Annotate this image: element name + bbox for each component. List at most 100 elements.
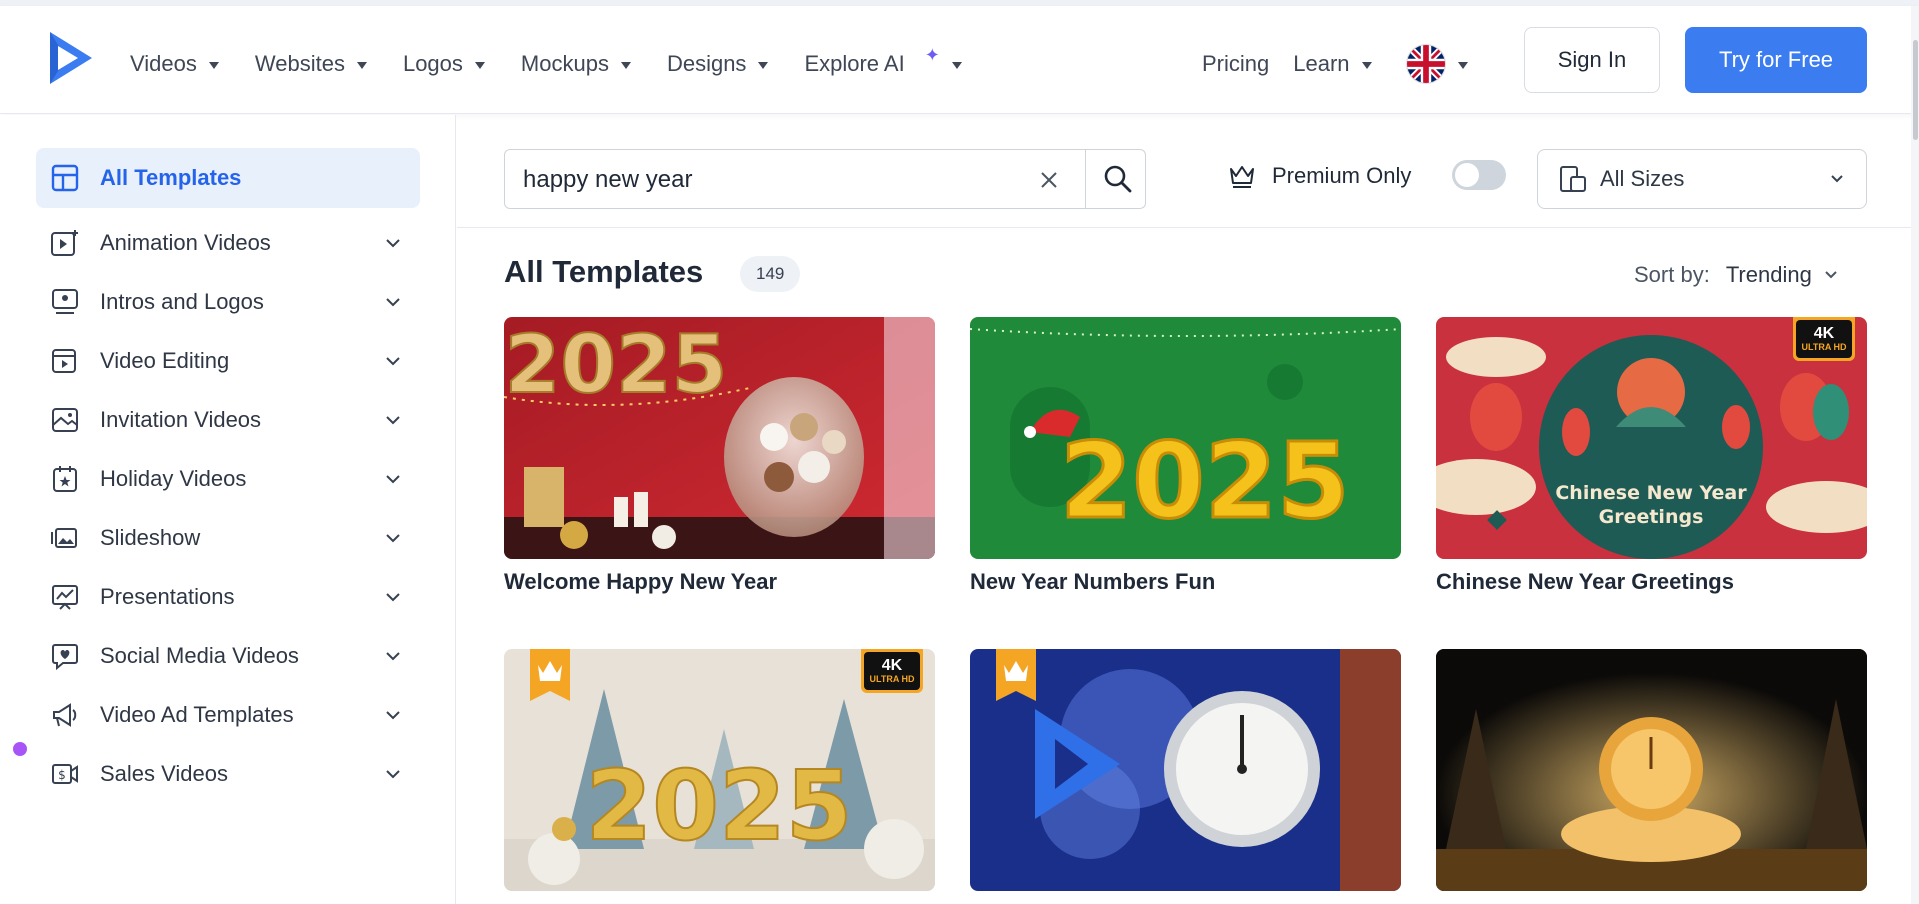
premium-only-label: Premium Only — [1272, 163, 1412, 188]
brand-logo[interactable] — [46, 28, 96, 88]
sidebar-item-all-templates[interactable]: All Templates — [36, 148, 420, 208]
premium-crown-badge — [530, 649, 570, 701]
sizes-dropdown[interactable]: All Sizes — [1537, 149, 1867, 209]
chevron-down-icon — [1831, 175, 1843, 183]
template-title[interactable]: Chinese New Year Greetings — [1436, 569, 1867, 595]
premium-only-toggle[interactable] — [1452, 160, 1506, 190]
sidebar-item-label: Holiday Videos — [100, 466, 247, 491]
template-thumbnail[interactable]: 2025 4K ULTRA HD — [504, 649, 935, 891]
chevron-down-icon[interactable] — [378, 292, 408, 312]
sidebar-item-slideshow[interactable]: Slideshow — [36, 508, 420, 568]
thumb-year-text: 2025 — [585, 750, 852, 862]
chevron-down-icon[interactable] — [378, 351, 408, 371]
ultra-hd-label: ULTRA HD — [869, 673, 915, 684]
nav-designs-label: Designs — [666, 51, 747, 76]
top-navbar: Videos Websites Logos Mockups Designs Ex… — [0, 6, 1919, 114]
sidebar-item-holiday-videos[interactable]: Holiday Videos — [36, 449, 420, 509]
premium-crown-badge — [996, 649, 1036, 701]
main-nav: Videos Websites Logos Mockups Designs Ex… — [130, 44, 998, 84]
sidebar-item-video-editing[interactable]: Video Editing — [36, 331, 420, 391]
template-title[interactable]: New Year Numbers Fun — [970, 569, 1401, 595]
4k-badge-inner: 4K ULTRA HD — [1796, 320, 1852, 358]
calendar-star-icon — [53, 466, 77, 492]
sidebar-item-sales-videos[interactable]: $ Sales Videos — [36, 744, 420, 804]
sidebar-item-invitation-videos[interactable]: Invitation Videos — [36, 390, 420, 450]
language-selector[interactable] — [1398, 44, 1468, 84]
intro-logo-icon — [52, 289, 78, 314]
toggle-knob — [1455, 163, 1479, 187]
dollar-video-icon: $ — [52, 764, 78, 784]
page-title: All Templates — [504, 254, 704, 289]
chevron-down-icon[interactable] — [378, 587, 408, 607]
right-nav: Pricing Learn — [1202, 44, 1468, 84]
4k-ultra-hd-badge: 4K ULTRA HD — [861, 649, 923, 693]
video-edit-icon — [52, 349, 76, 373]
template-thumbnail[interactable] — [1436, 649, 1867, 891]
template-card-welcome-happy-new-year[interactable]: 2025 Welcome Happy New Year — [504, 317, 935, 595]
nav-videos[interactable]: Videos — [130, 51, 219, 77]
template-card-4[interactable]: 2025 4K ULTRA HD — [504, 649, 935, 891]
chevron-down-icon[interactable] — [378, 646, 408, 666]
search-input[interactable]: happy new year — [523, 166, 692, 194]
nav-websites[interactable]: Websites — [255, 51, 367, 77]
4k-ultra-hd-badge: 4K ULTRA HD — [1793, 317, 1855, 361]
nav-explore-ai[interactable]: Explore AI ✦ — [804, 45, 962, 77]
chevron-down-icon[interactable] — [378, 233, 408, 253]
scrollbar-thumb[interactable] — [1913, 40, 1918, 140]
nav-designs[interactable]: Designs — [666, 51, 769, 77]
sign-in-button[interactable]: Sign In — [1524, 27, 1660, 93]
sort-dropdown[interactable]: Sort by: Trending — [1634, 262, 1844, 288]
template-card-new-year-numbers-fun[interactable]: 2025 New Year Numbers Fun — [970, 317, 1401, 595]
nav-mockups-label: Mockups — [520, 51, 609, 76]
sidebar-item-animation-videos[interactable]: Animation Videos — [36, 213, 420, 273]
chevron-down-icon[interactable] — [378, 410, 408, 430]
caret-down-icon — [208, 61, 219, 69]
nav-videos-label: Videos — [130, 51, 197, 76]
results-count-badge: 149 — [740, 256, 801, 292]
sidebar-item-label: Slideshow — [100, 525, 201, 550]
try-for-free-button[interactable]: Try for Free — [1685, 27, 1867, 93]
template-thumbnail[interactable] — [970, 649, 1401, 891]
caret-down-icon — [474, 61, 485, 69]
sizes-dropdown-label: All Sizes — [1600, 166, 1685, 191]
caret-down-icon — [356, 61, 367, 69]
sparkle-icon: ✦ — [924, 44, 940, 65]
heart-chat-icon — [52, 644, 78, 671]
sidebar-item-label: Presentations — [100, 584, 235, 609]
chevron-down-icon[interactable] — [378, 764, 408, 784]
close-icon[interactable] — [1037, 168, 1061, 192]
search-icon[interactable] — [1103, 164, 1133, 194]
sidebar-item-presentations[interactable]: Presentations — [36, 567, 420, 627]
svg-text:$: $ — [58, 768, 66, 782]
crown-icon — [1230, 166, 1254, 188]
uk-flag-icon — [1405, 44, 1446, 84]
search-box: happy new year — [504, 149, 1146, 209]
chevron-down-icon[interactable] — [378, 469, 408, 489]
nav-websites-label: Websites — [254, 51, 345, 76]
template-thumbnail[interactable]: 2025 — [970, 317, 1401, 559]
sort-label: Sort by: — [1634, 262, 1710, 287]
chevron-down-icon[interactable] — [378, 528, 408, 548]
sidebar-item-video-ad-templates[interactable]: Video Ad Templates — [36, 685, 420, 745]
nav-learn[interactable]: Learn — [1293, 51, 1372, 77]
presentation-chart-icon — [52, 585, 78, 610]
sidebar-item-label: Animation Videos — [100, 230, 271, 255]
template-card-chinese-new-year-greetings[interactable]: Chinese New Year Greetings 4K ULTRA HD C… — [1436, 317, 1867, 595]
template-card-5[interactable] — [970, 649, 1401, 891]
template-title[interactable]: Welcome Happy New Year — [504, 569, 935, 595]
sidebar-item-social-media-videos[interactable]: Social Media Videos — [36, 626, 420, 686]
sidebar-item-label: Social Media Videos — [100, 643, 299, 668]
template-thumbnail[interactable]: 2025 — [504, 317, 935, 559]
template-thumbnail[interactable]: Chinese New Year Greetings 4K ULTRA HD — [1436, 317, 1867, 559]
nav-mockups[interactable]: Mockups — [521, 51, 631, 77]
premium-only-filter: Premium Only — [1228, 158, 1411, 194]
template-card-6[interactable] — [1436, 649, 1867, 891]
nav-pricing[interactable]: Pricing — [1202, 51, 1269, 77]
caret-down-icon — [758, 61, 769, 69]
page-scrollbar[interactable] — [1911, 6, 1919, 904]
sidebar-item-intros-and-logos[interactable]: Intros and Logos — [36, 272, 420, 332]
caret-down-icon — [951, 61, 962, 69]
toolbar-divider — [457, 227, 1911, 228]
nav-logos[interactable]: Logos — [403, 51, 485, 77]
chevron-down-icon[interactable] — [378, 705, 408, 725]
